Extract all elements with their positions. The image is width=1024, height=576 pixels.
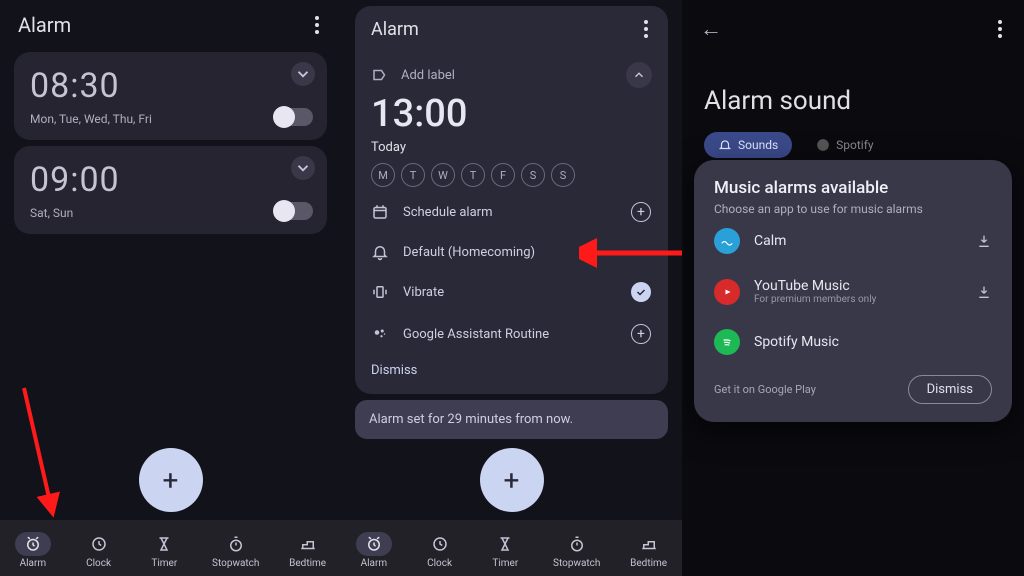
tab-spotify[interactable]: Spotify: [802, 132, 887, 158]
alarm-days: Mon, Tue, Wed, Thu, Fri: [30, 112, 311, 126]
download-icon: [976, 284, 992, 300]
vibrate-row[interactable]: Vibrate: [371, 271, 652, 313]
page-title: Alarm: [18, 13, 71, 37]
label-row[interactable]: Add label: [371, 62, 652, 88]
nav-stopwatch[interactable]: Stopwatch: [212, 532, 259, 569]
assistant-row[interactable]: Google Assistant Routine +: [371, 313, 652, 355]
overflow-menu-icon[interactable]: [994, 16, 1006, 42]
day-chip[interactable]: W: [431, 163, 455, 187]
overflow-menu-icon[interactable]: [640, 16, 652, 42]
alarm-toggle[interactable]: [275, 108, 313, 126]
day-chip[interactable]: F: [491, 163, 515, 187]
nav-timer[interactable]: Timer: [146, 532, 182, 569]
nav-bedtime[interactable]: Bedtime: [630, 532, 667, 569]
header: Alarm: [0, 0, 341, 46]
add-alarm-fab[interactable]: +: [480, 448, 544, 512]
collapse-icon[interactable]: [626, 62, 652, 88]
nav-clock[interactable]: Clock: [422, 532, 458, 569]
calendar-icon: [371, 203, 389, 221]
dismiss-button[interactable]: Dismiss: [908, 375, 992, 404]
vibrate-icon: [371, 283, 389, 301]
back-icon[interactable]: ←: [700, 16, 722, 42]
nav-clock[interactable]: Clock: [81, 532, 117, 569]
modal-title: Music alarms available: [714, 178, 992, 198]
download-icon: [976, 233, 992, 249]
header: Alarm: [371, 16, 652, 48]
add-alarm-fab[interactable]: +: [139, 448, 203, 512]
alarm-days: Sat, Sun: [30, 206, 311, 220]
alarm-list-screen: Alarm 08:30 Mon, Tue, Wed, Thu, Fri 09:0…: [0, 0, 341, 576]
today-label: Today: [371, 140, 406, 155]
alarm-card[interactable]: 08:30 Mon, Tue, Wed, Thu, Fri: [14, 52, 327, 140]
expand-icon[interactable]: [291, 156, 315, 180]
modal-subtitle: Choose an app to use for music alarms: [714, 202, 992, 216]
alarm-detail-card: Add label 13:00 Today M T W T F S S Sche…: [355, 48, 668, 394]
plus-icon: +: [631, 324, 651, 344]
overflow-menu-icon[interactable]: [311, 12, 323, 38]
day-chip[interactable]: S: [551, 163, 575, 187]
app-row-calm[interactable]: Calm: [714, 216, 992, 266]
assistant-icon: [371, 325, 389, 343]
bell-icon: [371, 243, 389, 261]
day-chips: M T W T F S S: [371, 163, 652, 187]
app-icon: [714, 279, 740, 305]
day-chip[interactable]: T: [401, 163, 425, 187]
app-icon: [714, 329, 740, 355]
annotation-arrow: [6, 380, 86, 530]
bottom-nav: Alarm Clock Timer Stopwatch Bedtime: [0, 520, 341, 576]
header: ←: [682, 0, 1024, 46]
music-alarms-modal: Music alarms available Choose an app to …: [694, 160, 1012, 422]
nav-timer[interactable]: Timer: [487, 532, 523, 569]
app-row-youtube-music[interactable]: YouTube Music For premium members only: [714, 266, 992, 317]
alarm-sound-screen: ← Alarm sound Sounds Spotify 80s Phone A…: [682, 0, 1024, 576]
page-title: Alarm sound: [682, 46, 1024, 132]
bottom-nav: Alarm Clock Timer Stopwatch Bedtime: [341, 520, 682, 576]
check-icon: [631, 282, 651, 302]
app-row-spotify[interactable]: Spotify Music: [714, 317, 992, 367]
alarm-toggle[interactable]: [275, 202, 313, 220]
day-chip[interactable]: S: [521, 163, 545, 187]
day-chip[interactable]: M: [371, 163, 395, 187]
alarm-card[interactable]: 09:00 Sat, Sun: [14, 146, 327, 234]
alarm-edit-screen: Alarm Add label 13:00 Today M T W T F S …: [341, 0, 682, 576]
nav-alarm[interactable]: Alarm: [15, 532, 51, 569]
nav-alarm[interactable]: Alarm: [356, 532, 392, 569]
snackbar: Alarm set for 29 minutes from now.: [355, 400, 668, 439]
plus-icon: +: [631, 202, 651, 222]
app-icon: [714, 228, 740, 254]
label-icon: [371, 66, 389, 84]
alarm-time: 08:30: [30, 66, 311, 106]
google-play-link[interactable]: Get it on Google Play: [714, 383, 816, 396]
sound-row[interactable]: Default (Homecoming): [371, 233, 652, 271]
tab-sounds[interactable]: Sounds: [704, 132, 792, 158]
expand-icon[interactable]: [291, 62, 315, 86]
dismiss-button[interactable]: Dismiss: [371, 355, 652, 380]
schedule-row[interactable]: Schedule alarm +: [371, 191, 652, 233]
alarm-time[interactable]: 13:00: [371, 92, 652, 136]
page-title: Alarm: [371, 19, 419, 40]
alarm-time: 09:00: [30, 160, 311, 200]
day-chip[interactable]: T: [461, 163, 485, 187]
nav-bedtime[interactable]: Bedtime: [289, 532, 326, 569]
nav-stopwatch[interactable]: Stopwatch: [553, 532, 600, 569]
